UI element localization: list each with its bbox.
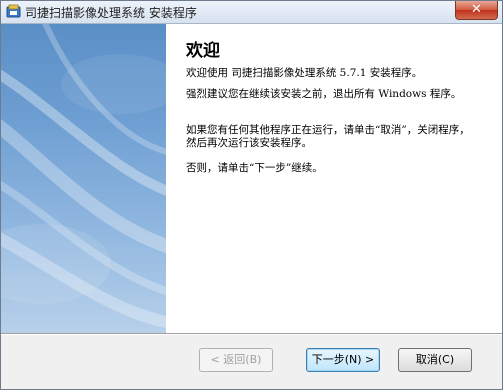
installer-window: 司捷扫描影像处理系统 安装程序 ✕ 欢迎 欢迎使用 司捷扫描影像处理系统 5.7…	[0, 0, 503, 390]
next-button[interactable]: 下一步(N) >	[306, 348, 380, 372]
close-icon: ✕	[471, 2, 482, 17]
installer-app-icon	[6, 4, 21, 18]
welcome-sidebar-image	[1, 24, 166, 333]
cancel-instructions: 如果您有任何其他程序正在运行，请单击“取消”，关闭程序，然后再次运行该安装程序。	[186, 124, 470, 149]
title-bar[interactable]: 司捷扫描影像处理系统 安装程序 ✕	[1, 1, 502, 24]
welcome-content: 欢迎 欢迎使用 司捷扫描影像处理系统 5.7.1 安装程序。 强烈建议您在继续该…	[166, 24, 502, 333]
page-title: 欢迎	[186, 41, 220, 61]
button-area-divider	[1, 333, 502, 335]
sidebar-swoosh-graphic	[1, 24, 166, 329]
welcome-text: 欢迎使用 司捷扫描影像处理系统 5.7.1 安装程序。	[186, 67, 423, 79]
window-title: 司捷扫描影像处理系统 安装程序	[25, 6, 197, 20]
cancel-button[interactable]: 取消(C)	[398, 348, 472, 372]
back-button[interactable]: < 返回(B)	[199, 348, 273, 372]
continue-instructions: 否则，请单击“下一步”继续。	[186, 162, 323, 174]
close-programs-advice: 强烈建议您在继续该安装之前，退出所有 Windows 程序。	[186, 88, 462, 100]
close-button[interactable]: ✕	[455, 1, 498, 20]
